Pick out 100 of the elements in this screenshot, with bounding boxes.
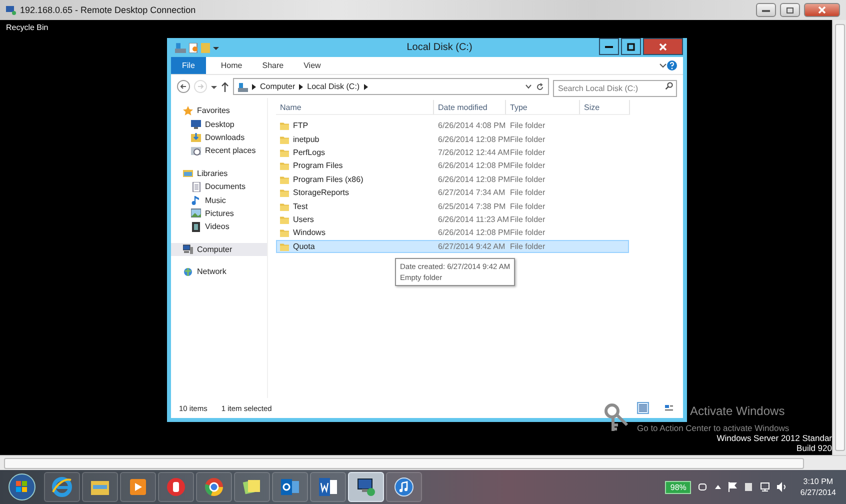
- ribbon-tab[interactable]: Home: [212, 57, 252, 74]
- folder-icon: [280, 188, 289, 198]
- folder-icon: [280, 161, 289, 170]
- file-row[interactable]: Quota 6/27/2014 9:42 AM File folder: [276, 240, 629, 253]
- date-cell-text: 6/25/2014 7:38 PM: [437, 202, 507, 211]
- column-header[interactable]: Date modified: [434, 100, 506, 115]
- music-app-icon: [393, 476, 415, 498]
- file-row[interactable]: Program Files (x86) 6/26/2014 12:08 PMFile folder: [276, 172, 629, 186]
- clock[interactable]: 3:10 PM 6/27/2014: [800, 476, 836, 498]
- folder-icon: [280, 148, 289, 157]
- column-header[interactable]: Size: [580, 100, 630, 115]
- nav-item[interactable]: Libraries: [171, 166, 267, 180]
- breadcrumb-arrow-icon[interactable]: [299, 84, 304, 90]
- maximize-icon: [627, 42, 636, 50]
- date-cell-text: 6/26/2014 12:08 PM: [437, 134, 507, 144]
- refresh-icon[interactable]: [536, 82, 544, 90]
- maximize-button[interactable]: [621, 38, 642, 55]
- dropdown-icon[interactable]: [213, 44, 219, 50]
- file-menu-button[interactable]: File: [171, 57, 206, 74]
- type-cell-text: File folder: [509, 188, 546, 198]
- type-cell-text: File folder: [509, 121, 546, 130]
- nav-item[interactable]: Videos: [171, 220, 267, 234]
- ribbon-tab[interactable]: View: [294, 57, 330, 74]
- column-header[interactable]: Name: [276, 100, 434, 115]
- up-arrow-icon[interactable]: [221, 82, 229, 92]
- file-row[interactable]: StorageReports 6/27/2014 7:34 AM File folder: [276, 186, 629, 200]
- minimize-button[interactable]: [599, 38, 620, 55]
- breadcrumb-arrow-icon[interactable]: [252, 84, 256, 90]
- nav-item[interactable]: Desktop: [171, 117, 267, 131]
- nav-item[interactable]: Favorites: [171, 104, 267, 118]
- image-icon: [191, 208, 201, 218]
- file-name: Windows: [277, 228, 435, 238]
- flag-icon[interactable]: [728, 482, 738, 492]
- file-row[interactable]: FTP 6/26/2014 4:08 PM File folder: [276, 119, 629, 132]
- details-view-button[interactable]: [637, 402, 649, 414]
- recent-icon: [191, 146, 201, 156]
- breadcrumb-item[interactable]: Local Disk (C:): [307, 82, 360, 91]
- file-row[interactable]: Program Files 6/26/2014 12:08 PMFile folder: [276, 159, 629, 173]
- library-icon: [183, 168, 193, 178]
- star-icon: [183, 106, 193, 116]
- horizontal-scrollbar[interactable]: [0, 455, 846, 470]
- network-icon: [183, 266, 193, 277]
- chrome-icon: [203, 476, 225, 498]
- type-cell-text: File folder: [509, 214, 546, 224]
- speaker-icon[interactable]: [777, 482, 788, 492]
- file-row[interactable]: inetpub 6/26/2014 12:08 PMFile folder: [276, 132, 629, 146]
- type-cell-text: File folder: [510, 134, 546, 144]
- file-row[interactable]: Windows 6/26/2014 12:08 PMFile folder: [276, 226, 629, 240]
- film-icon: [191, 222, 201, 232]
- search-field[interactable]: Search Local Disk (C:): [553, 80, 677, 97]
- address-bar[interactable]: Computer Local Disk (C:): [233, 78, 549, 95]
- file-name: StorageReports: [277, 188, 435, 198]
- desktop-icon-label[interactable]: Recycle Bin: [6, 23, 48, 32]
- close-icon: [659, 42, 668, 50]
- up-arrow-icon[interactable]: [715, 484, 722, 490]
- plug-icon[interactable]: [698, 482, 708, 492]
- date-cell-text: 6/26/2014 12:08 PM: [437, 228, 507, 238]
- recent-dropdown-icon[interactable]: [211, 84, 217, 90]
- properties-icon[interactable]: [189, 42, 198, 52]
- time-text: 3:10 PM: [803, 476, 834, 487]
- nav-item[interactable]: Downloads: [171, 130, 267, 144]
- nav-item[interactable]: Music: [171, 193, 267, 207]
- file-name: PerfLogs: [277, 148, 435, 157]
- nav-item[interactable]: Computer: [171, 242, 267, 256]
- file-row[interactable]: PerfLogs 7/26/2012 12:44 AMFile folder: [276, 146, 629, 160]
- mail-app-icon: [279, 476, 301, 498]
- file-name: Quota: [277, 242, 435, 251]
- document-icon: [191, 182, 201, 192]
- drive-icon: [175, 42, 186, 53]
- file-row[interactable]: Test 6/25/2014 7:38 PM File folder: [276, 199, 629, 213]
- back-button[interactable]: [177, 80, 190, 93]
- taskbar-app-button[interactable]: [348, 472, 384, 502]
- date-cell-text: 7/26/2012 12:44 AM: [437, 148, 507, 157]
- minimize-button[interactable]: [756, 3, 776, 17]
- nav-item[interactable]: Pictures: [171, 206, 267, 220]
- ribbon-tab[interactable]: Share: [253, 57, 293, 74]
- nav-item[interactable]: Recent places: [171, 144, 267, 158]
- activation-message: Go to Action Center to activate Windows: [637, 423, 790, 433]
- minimize-icon: [762, 8, 770, 12]
- nav-item[interactable]: Documents: [171, 180, 267, 194]
- close-button[interactable]: [643, 38, 684, 55]
- dropdown-icon[interactable]: [525, 84, 532, 90]
- date-cell-text: 6/26/2014 4:08 PM: [437, 121, 507, 130]
- device-icon[interactable]: [744, 482, 754, 492]
- breadcrumb-item[interactable]: Computer: [260, 82, 296, 91]
- type-cell-text: File folder: [510, 161, 546, 170]
- close-button[interactable]: [804, 3, 840, 17]
- date-text: 6/27/2014: [800, 487, 836, 498]
- network-icon[interactable]: [760, 482, 770, 492]
- nav-item[interactable]: Network: [171, 264, 267, 278]
- file-row[interactable]: Users 6/26/2014 11:23 AM File folder: [276, 212, 629, 226]
- restore-button[interactable]: [780, 3, 800, 17]
- date-cell-text: 6/27/2014 7:34 AM: [437, 188, 506, 198]
- vertical-scrollbar[interactable]: [832, 20, 846, 455]
- file-name: FTP: [277, 121, 435, 130]
- activation-title: Activate Windows: [690, 404, 785, 418]
- breadcrumb-arrow-icon[interactable]: [364, 84, 368, 90]
- date-cell-text: 6/27/2014 9:42 AM: [437, 242, 506, 251]
- column-header[interactable]: Type: [506, 100, 580, 115]
- folder-icon: [280, 242, 289, 251]
